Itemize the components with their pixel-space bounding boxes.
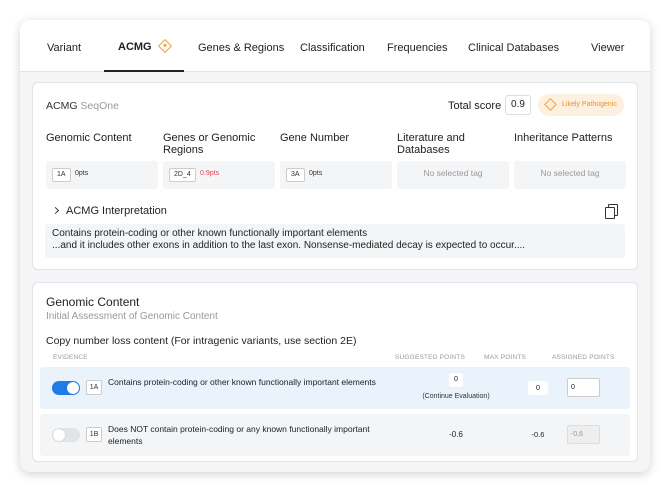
chevron-right-icon [51,206,60,215]
tag-points: 0pts [75,170,89,177]
header-assigned-points: ASSIGNED POINTS [552,354,615,361]
tab-genes-regions[interactable]: Genes & Regions [198,20,284,72]
total-score-label: Total score [448,100,502,112]
header-suggested-points: SUGGESTED POINTS [395,354,466,361]
tag-chip: 3A [286,168,305,182]
copy-icon[interactable] [605,204,618,219]
tag-cell-gene-number[interactable]: 3A 0pts [280,161,392,189]
genomic-content-panel: Genomic Content Initial Assessment of Ge… [32,282,638,462]
tab-variant[interactable]: Variant [47,20,81,72]
evidence-description: Does NOT contain protein-coding or any k… [108,424,370,446]
section-subtitle: Initial Assessment of Genomic Content [46,311,218,322]
suggested-points: -0.6 [449,430,463,439]
tab-acmg[interactable]: ACMG [104,20,184,72]
acmg-panel-title: ACMG SeqOne [46,100,119,112]
column-header-gene-number: Gene Number [280,132,350,144]
variant-card: Variant ACMG Genes & Regions Classificat… [20,20,650,472]
interpretation-line: Contains protein-coding or other known f… [52,228,368,239]
header-max-points: MAX POINTS [484,354,527,361]
evidence-toggle[interactable] [52,428,80,442]
tab-frequencies[interactable]: Frequencies [387,20,448,72]
tag-chip: 2D_4 [169,168,196,182]
acmg-diamond-icon [157,38,172,54]
tag-points: 0.9pts [200,170,220,177]
evidence-row: 1B Does NOT contain protein-coding or an… [40,414,630,456]
max-points: 0 [528,381,548,395]
tab-bar: Variant ACMG Genes & Regions Classificat… [20,20,650,72]
column-header-literature: Literature and Databases [397,132,465,156]
column-header-inheritance: Inheritance Patterns [514,132,613,144]
interpretation-text: Contains protein-coding or other known f… [45,224,625,258]
subsection-title: Copy number loss content (For intragenic… [46,335,357,347]
tag-cell-genomic-content[interactable]: 1A 0pts [46,161,158,189]
column-header-genomic-content: Genomic Content [46,132,132,144]
tag-chip: 1A [52,168,71,182]
column-header-genes-regions: Genes or Genomic Regions [163,132,256,156]
interpretation-line: ...and it includes other exons in additi… [52,240,526,251]
evidence-code: 1B [86,427,102,442]
evidence-description: Contains protein-coding or other known f… [108,377,376,387]
assigned-points-input[interactable] [567,378,600,397]
total-score-value: 0.9 [505,95,531,115]
tag-points: 0pts [309,170,323,177]
tab-clinical-databases[interactable]: Clinical Databases [468,20,559,72]
max-points: -0.6 [531,430,545,439]
classification-badge: Likely Pathogenic [538,94,624,116]
classification-diamond-icon [544,98,557,111]
assigned-points-input [567,425,600,444]
tab-classification[interactable]: Classification [300,20,365,72]
header-evidence: EVIDENCE [53,354,88,361]
evidence-row: 1A Contains protein-coding or other know… [40,367,630,409]
tag-cell-inheritance[interactable]: No selected tag [514,161,626,189]
tab-viewer[interactable]: Viewer [591,20,624,72]
evidence-toggle[interactable] [52,381,80,395]
acmg-panel: ACMG SeqOne Total score 0.9 Likely Patho… [32,82,638,270]
tag-cell-literature[interactable]: No selected tag [397,161,509,189]
acmg-interpretation-toggle[interactable]: ACMG Interpretation [51,205,167,217]
tag-cell-genes-regions[interactable]: 2D_4 0.9pts [163,161,275,189]
suggested-note: (Continue Evaluation) [422,393,490,400]
suggested-points: 0 [449,373,463,387]
evidence-code: 1A [86,380,102,395]
section-title: Genomic Content [46,295,140,309]
